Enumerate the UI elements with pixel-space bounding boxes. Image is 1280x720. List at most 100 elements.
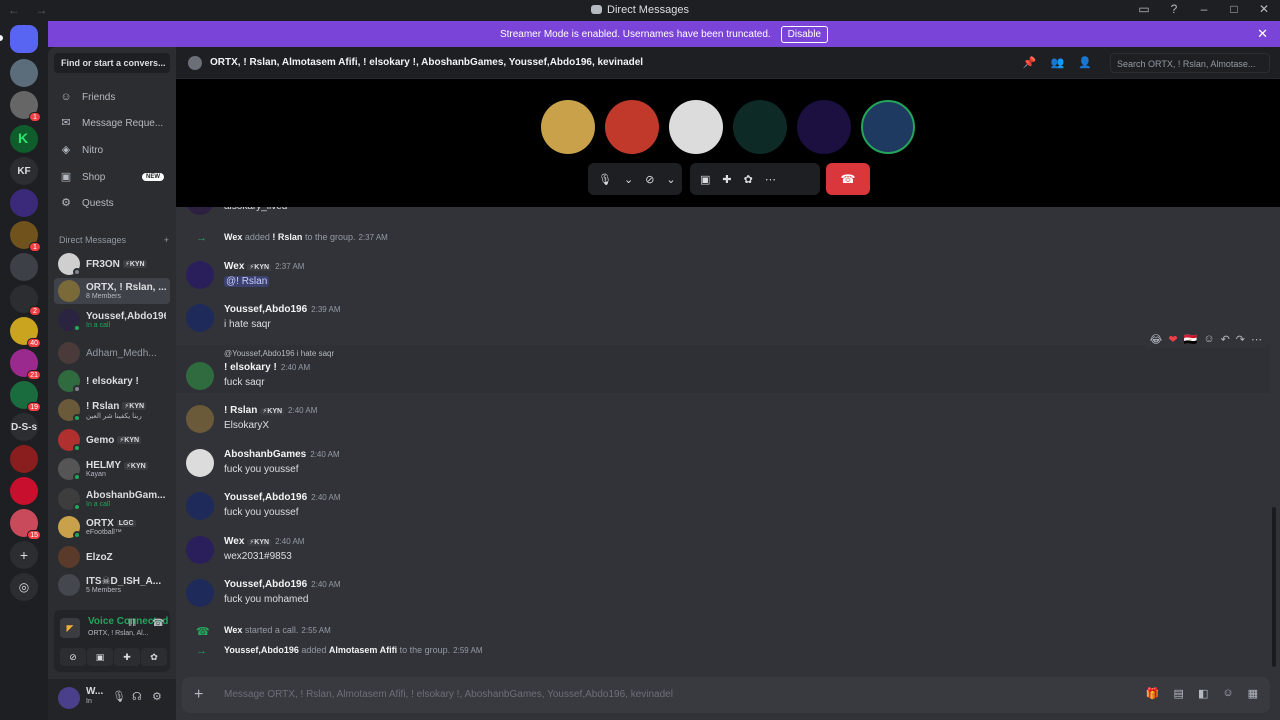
- participant-avatar[interactable]: [861, 100, 915, 154]
- dm-item-active[interactable]: ORTX, ! Rslan, ... 8 Members: [54, 278, 170, 304]
- dm-item[interactable]: ITS☠D_ISH_A... 5 Members: [54, 572, 170, 598]
- add-friends-icon[interactable]: 👥: [1051, 56, 1065, 69]
- participant-avatar[interactable]: [605, 100, 659, 154]
- help-icon[interactable]: ?: [1166, 2, 1182, 16]
- avatar[interactable]: [186, 405, 214, 433]
- maximize-button[interactable]: □: [1226, 2, 1242, 16]
- nav-nitro[interactable]: ◈ Nitro: [54, 138, 170, 162]
- dm-item[interactable]: FR3ON ⚡KYN: [54, 251, 170, 277]
- activities-button[interactable]: ✚: [114, 648, 140, 666]
- server-icon[interactable]: 1: [10, 221, 41, 252]
- settings-gear-icon[interactable]: ⚙: [152, 690, 162, 703]
- video-toggle-button[interactable]: ⊘: [60, 648, 86, 666]
- mention[interactable]: @! Rslan: [224, 276, 270, 287]
- disconnect-button[interactable]: ☎: [826, 163, 870, 195]
- close-window-button[interactable]: ✕: [1256, 2, 1272, 16]
- scrollbar[interactable]: [1272, 507, 1276, 667]
- upload-plus-icon[interactable]: +: [194, 686, 203, 704]
- microphone-icon[interactable]: 🎙: [112, 690, 126, 703]
- nav-quests[interactable]: ⚙ Quests: [54, 191, 170, 215]
- server-icon[interactable]: [10, 59, 38, 87]
- reaction-flag[interactable]: 🇪🇬: [1184, 333, 1198, 346]
- emoji-icon[interactable]: ☺: [1222, 687, 1233, 700]
- server-icon[interactable]: 1: [10, 91, 41, 122]
- server-ds[interactable]: D-S-s: [10, 413, 38, 441]
- add-reaction-icon[interactable]: ☺: [1203, 333, 1214, 346]
- more-icon[interactable]: ⋯: [1251, 333, 1262, 346]
- gif-icon[interactable]: ▤: [1174, 687, 1184, 700]
- dm-item[interactable]: Gemo ⚡KYN: [54, 427, 170, 453]
- close-icon[interactable]: ✕: [1257, 26, 1268, 42]
- sticker-icon[interactable]: ◧: [1198, 687, 1208, 700]
- dm-item[interactable]: ElzoZ: [54, 544, 170, 570]
- participant-avatar[interactable]: [733, 100, 787, 154]
- reply-icon[interactable]: ↶: [1221, 333, 1230, 346]
- message-input[interactable]: Message ORTX, ! Rslan, Almotasem Afifi, …: [224, 689, 673, 700]
- screen-share-icon[interactable]: ▣: [700, 173, 710, 186]
- participant-avatar[interactable]: [541, 100, 595, 154]
- add-server-button[interactable]: +: [10, 541, 38, 569]
- server-icon[interactable]: 2: [10, 285, 41, 316]
- soundboard-icon[interactable]: ✿: [744, 173, 753, 186]
- server-icon[interactable]: 15: [10, 509, 41, 540]
- dm-item[interactable]: ORTX LGC eFootball™: [54, 514, 170, 540]
- dm-item[interactable]: AboshanbGam... In a call: [54, 486, 170, 512]
- reply-preview[interactable]: @Youssef,Abdo196 i hate saqr: [224, 349, 334, 358]
- server-icon[interactable]: 19: [10, 381, 41, 412]
- find-conversation-button[interactable]: Find or start a convers...: [54, 53, 170, 73]
- inbox-icon[interactable]: ▭: [1136, 2, 1152, 16]
- participant-avatar[interactable]: [797, 100, 851, 154]
- chevron-down-icon[interactable]: ⌄: [666, 173, 675, 186]
- disable-button[interactable]: Disable: [780, 25, 829, 43]
- server-icon[interactable]: [10, 189, 38, 217]
- disconnect-icon[interactable]: ☎: [152, 618, 164, 629]
- create-dm-plus-icon[interactable]: +: [164, 235, 169, 245]
- forward-icon[interactable]: ↷: [1236, 333, 1245, 346]
- dm-item[interactable]: ! Rslan ⚡KYN ربنا يكفينا شر العين: [54, 397, 170, 423]
- pin-icon[interactable]: 📌: [1023, 56, 1037, 69]
- dm-item[interactable]: ! elsokary !: [54, 368, 170, 394]
- avatar[interactable]: [186, 304, 214, 332]
- server-icon[interactable]: 40: [10, 317, 41, 348]
- reaction-joy[interactable]: 😂: [1150, 333, 1163, 346]
- server-icon[interactable]: [10, 445, 38, 473]
- apps-icon[interactable]: ▦: [1248, 687, 1258, 700]
- avatar[interactable]: [186, 536, 214, 564]
- avatar[interactable]: [186, 362, 214, 390]
- participant-avatar[interactable]: [669, 100, 723, 154]
- soundboard-button[interactable]: ✿: [141, 648, 167, 666]
- avatar[interactable]: [186, 579, 214, 607]
- avatar[interactable]: [58, 687, 80, 709]
- avatar[interactable]: [186, 449, 214, 477]
- dm-item[interactable]: Youssef,Abdo196 In a call: [54, 307, 170, 333]
- members-icon[interactable]: 👤: [1078, 56, 1092, 69]
- gift-icon[interactable]: 🎁: [1146, 687, 1160, 700]
- avatar[interactable]: [186, 261, 214, 289]
- noise-suppression-icon[interactable]: ‖‖: [128, 618, 136, 629]
- nav-friends[interactable]: ☺ Friends: [54, 85, 170, 109]
- chevron-down-icon[interactable]: ⌄: [624, 173, 633, 186]
- video-off-icon[interactable]: ⊘: [645, 173, 654, 186]
- reaction-heart[interactable]: ❤: [1168, 333, 1177, 346]
- server-icon[interactable]: K: [10, 125, 38, 153]
- server-icon[interactable]: [10, 253, 38, 281]
- server-icon[interactable]: [10, 477, 38, 505]
- nav-shop[interactable]: ▣ Shop NEW: [54, 165, 170, 189]
- username[interactable]: W...: [86, 686, 103, 697]
- server-kf[interactable]: KF: [10, 157, 38, 185]
- microphone-icon[interactable]: 🎙: [598, 173, 612, 186]
- dm-item[interactable]: Adham_Medh...: [54, 340, 170, 366]
- explore-button[interactable]: ◎: [10, 573, 38, 601]
- dm-item[interactable]: HELMY ⚡KYN Kayan: [54, 456, 170, 482]
- avatar[interactable]: [186, 492, 214, 520]
- more-icon[interactable]: ⋯: [765, 173, 776, 186]
- home-discord-button[interactable]: [10, 25, 38, 53]
- voice-channel[interactable]: ORTX, ! Rslan, Al...: [88, 630, 149, 637]
- nav-message-requests[interactable]: ✉ Message Reque...: [54, 111, 170, 135]
- activities-icon[interactable]: ✚: [722, 173, 731, 186]
- server-icon[interactable]: 21: [10, 349, 41, 380]
- screen-share-button[interactable]: ▣: [87, 648, 113, 666]
- minimize-button[interactable]: –: [1196, 2, 1212, 16]
- search-input[interactable]: Search ORTX, ! Rslan, Almotase...: [1110, 53, 1270, 73]
- headphones-icon[interactable]: ☊: [132, 690, 142, 703]
